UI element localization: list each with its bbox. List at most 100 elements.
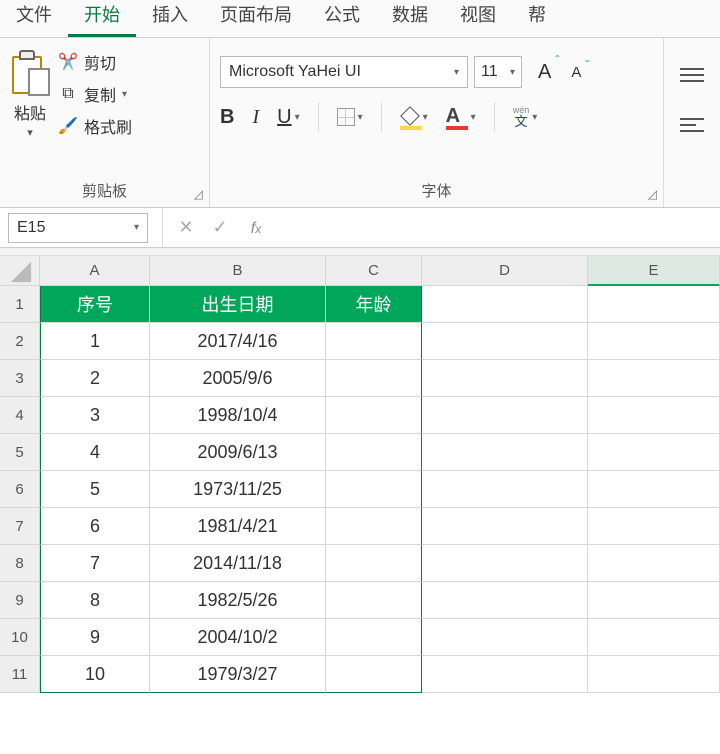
row-header[interactable]: 10 (0, 619, 40, 656)
underline-button[interactable]: U▾ (277, 106, 299, 129)
col-header-E[interactable]: E (588, 256, 720, 286)
cell[interactable]: 2004/10/2 (150, 619, 326, 656)
align-top-button[interactable] (670, 60, 714, 90)
cell[interactable]: 1 (40, 323, 150, 360)
col-header-B[interactable]: B (150, 256, 326, 286)
cell[interactable]: 2017/4/16 (150, 323, 326, 360)
cancel-formula-button[interactable]: ✕ (169, 217, 203, 238)
cell[interactable]: 1979/3/27 (150, 656, 326, 693)
cell[interactable] (422, 323, 588, 360)
cell[interactable]: 8 (40, 582, 150, 619)
cell[interactable]: 9 (40, 619, 150, 656)
cell[interactable] (588, 434, 720, 471)
font-size-select[interactable]: 11 ▾ (474, 56, 522, 88)
cell[interactable] (326, 434, 422, 471)
cell[interactable] (326, 582, 422, 619)
borders-button[interactable]: ▾ (337, 108, 363, 126)
menu-formulas[interactable]: 公式 (308, 0, 376, 37)
cell[interactable]: 10 (40, 656, 150, 693)
menu-view[interactable]: 视图 (444, 0, 512, 37)
cell[interactable] (588, 471, 720, 508)
cell[interactable] (326, 619, 422, 656)
cell[interactable] (326, 471, 422, 508)
cut-button[interactable]: ✂️ 剪切 (58, 50, 132, 74)
cell[interactable] (588, 323, 720, 360)
menu-file[interactable]: 文件 (0, 0, 68, 37)
cell[interactable]: 2005/9/6 (150, 360, 326, 397)
cell[interactable] (326, 360, 422, 397)
cell[interactable]: 3 (40, 397, 150, 434)
cell[interactable] (588, 619, 720, 656)
cell[interactable] (588, 545, 720, 582)
cell[interactable]: 1998/10/4 (150, 397, 326, 434)
col-header-A[interactable]: A (40, 256, 150, 286)
fill-color-button[interactable]: ▾ (400, 107, 428, 127)
cell[interactable]: 2 (40, 360, 150, 397)
cell[interactable] (588, 508, 720, 545)
cell[interactable] (422, 360, 588, 397)
cell[interactable]: 2009/6/13 (150, 434, 326, 471)
cell-A1[interactable]: 序号 (40, 286, 150, 323)
select-all-corner[interactable] (0, 256, 40, 286)
font-family-select[interactable]: Microsoft YaHei UI ▾ (220, 56, 468, 88)
row-header[interactable]: 9 (0, 582, 40, 619)
row-header[interactable]: 1 (0, 286, 40, 323)
cell[interactable] (588, 582, 720, 619)
align-left-button[interactable] (670, 110, 714, 140)
cell[interactable] (422, 545, 588, 582)
cell[interactable] (422, 582, 588, 619)
cell[interactable]: 6 (40, 508, 150, 545)
paste-dropdown[interactable]: ▾ (27, 126, 33, 139)
cell[interactable] (326, 323, 422, 360)
row-header[interactable]: 7 (0, 508, 40, 545)
spreadsheet-grid[interactable]: A B C D E 1 序号 出生日期 年龄 2 1 2017/4/16 3 2… (0, 256, 720, 693)
cell[interactable] (326, 545, 422, 582)
paste-button[interactable]: 粘贴 ▾ (10, 46, 50, 139)
cell[interactable] (422, 471, 588, 508)
cell[interactable]: 1982/5/26 (150, 582, 326, 619)
cell[interactable]: 7 (40, 545, 150, 582)
row-header[interactable]: 2 (0, 323, 40, 360)
cell[interactable] (588, 360, 720, 397)
formula-input[interactable] (271, 214, 720, 242)
increase-font-button[interactable]: A (538, 61, 551, 84)
copy-button[interactable]: ⧉ 复制 ▾ (58, 82, 132, 106)
cell-B1[interactable]: 出生日期 (150, 286, 326, 323)
col-header-D[interactable]: D (422, 256, 588, 286)
cell[interactable]: 2014/11/18 (150, 545, 326, 582)
copy-dropdown[interactable]: ▾ (122, 89, 127, 100)
row-header[interactable]: 3 (0, 360, 40, 397)
cell[interactable] (326, 508, 422, 545)
row-header[interactable]: 6 (0, 471, 40, 508)
cell-D1[interactable] (422, 286, 588, 323)
row-header[interactable]: 4 (0, 397, 40, 434)
cell[interactable]: 1981/4/21 (150, 508, 326, 545)
font-launcher-icon[interactable]: ◿ (648, 187, 657, 201)
cell-E1[interactable] (588, 286, 720, 323)
menu-pagelayout[interactable]: 页面布局 (204, 0, 308, 37)
menu-home[interactable]: 开始 (68, 0, 136, 37)
italic-button[interactable]: I (252, 106, 259, 129)
cell[interactable] (422, 397, 588, 434)
font-color-button[interactable]: A▾ (446, 105, 476, 130)
cell[interactable] (422, 508, 588, 545)
cell[interactable] (326, 656, 422, 693)
cell[interactable] (422, 619, 588, 656)
row-header[interactable]: 8 (0, 545, 40, 582)
cell[interactable] (588, 656, 720, 693)
cell[interactable] (588, 397, 720, 434)
fx-button[interactable]: fx (237, 217, 271, 238)
menu-data[interactable]: 数据 (376, 0, 444, 37)
cell-C1[interactable]: 年龄 (326, 286, 422, 323)
decrease-font-button[interactable]: A (571, 64, 581, 81)
cell[interactable] (326, 397, 422, 434)
row-header[interactable]: 5 (0, 434, 40, 471)
cell[interactable]: 5 (40, 471, 150, 508)
col-header-C[interactable]: C (326, 256, 422, 286)
menu-help[interactable]: 帮 (512, 0, 562, 37)
format-painter-button[interactable]: 🖌️ 格式刷 (58, 114, 132, 138)
clipboard-launcher-icon[interactable]: ◿ (194, 187, 203, 201)
name-box[interactable]: E15 ▾ (8, 213, 148, 243)
row-header[interactable]: 11 (0, 656, 40, 693)
cell[interactable] (422, 434, 588, 471)
